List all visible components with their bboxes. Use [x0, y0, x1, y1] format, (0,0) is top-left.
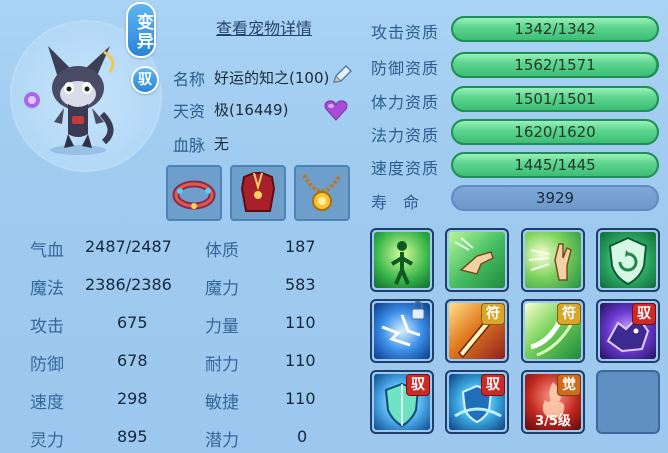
attr-value-mp: 2386/2386: [85, 275, 172, 294]
figure-buff-icon: [390, 241, 414, 285]
attr-value-speed: 298: [117, 389, 148, 408]
view-pet-details-link[interactable]: 查看宠物详情: [216, 15, 312, 39]
lifespan-bar: 3929: [451, 185, 659, 211]
attr-value-potential: 0: [297, 427, 308, 446]
attr-label-constitution: 体质: [205, 241, 239, 261]
equip-slot-3[interactable]: [294, 165, 350, 221]
palm-icon: [528, 243, 572, 281]
skill-slot-11[interactable]: 觉 3/5级: [521, 370, 585, 434]
attr-value-attack: 675: [117, 313, 148, 332]
attr-value-endurance: 110: [285, 351, 316, 370]
ride-tag: 驭: [406, 374, 430, 396]
aptitude-value: 极(16449): [214, 101, 289, 119]
bracelet-icon: [172, 180, 216, 210]
attr-value-spirit: 895: [117, 427, 148, 446]
equip-slot-1[interactable]: [166, 165, 222, 221]
awaken-tag: 觉: [557, 374, 581, 396]
attr-label-mp: 魔法: [30, 279, 64, 299]
attr-label-attack: 攻击: [30, 317, 64, 337]
attr-label-agility: 敏捷: [205, 393, 239, 413]
pencil-edit-icon[interactable]: [330, 63, 354, 87]
armor-icon: [240, 172, 276, 212]
apt-label-speed: 速度资质: [371, 159, 440, 178]
bloodline-value: 无: [214, 135, 230, 153]
apt-label-stamina: 体力资质: [371, 93, 440, 112]
attr-value-defense: 678: [117, 351, 148, 370]
attr-value-strength: 110: [285, 313, 316, 332]
pet-name-value: 好运的知之(100): [214, 69, 330, 87]
hand-strike-icon: [454, 237, 494, 275]
aptitude-label: 天资: [173, 102, 206, 121]
apt-value-attack: 1342/1342: [514, 20, 596, 38]
pet-avatar[interactable]: [18, 38, 133, 158]
skill-slot-7[interactable]: 符: [521, 299, 585, 363]
skill-slot-4[interactable]: [596, 228, 660, 292]
attr-label-speed: 速度: [30, 393, 64, 413]
skill-slot-1[interactable]: [370, 228, 434, 292]
apt-bar-magic: 1620/1620: [451, 119, 659, 145]
attr-label-endurance: 耐力: [205, 355, 239, 375]
lifespan-label: 寿 命: [371, 193, 420, 212]
skill-slot-8[interactable]: 驭: [596, 299, 660, 363]
apt-bar-defense: 1562/1571: [451, 52, 659, 78]
bloodline-label: 血脉: [173, 136, 206, 155]
talisman-tag: 符: [557, 303, 581, 325]
skill-slot-5[interactable]: [370, 299, 434, 363]
apt-value-magic: 1620/1620: [514, 123, 596, 141]
ride-tag: 驭: [481, 374, 505, 396]
equip-slot-2[interactable]: [230, 165, 286, 221]
apt-label-defense: 防御资质: [371, 59, 440, 78]
talisman-tag: 符: [481, 303, 505, 325]
skill-slot-10[interactable]: 驭: [445, 370, 509, 434]
skill-slot-3[interactable]: [521, 228, 585, 292]
attr-label-defense: 防御: [30, 355, 64, 375]
apt-bar-speed: 1445/1445: [451, 152, 659, 178]
skill-slot-2[interactable]: [445, 228, 509, 292]
skill-slot-6[interactable]: 符: [445, 299, 509, 363]
ride-tag: 驭: [632, 303, 656, 325]
apt-label-magic: 法力资质: [371, 126, 440, 145]
necklace-icon: [302, 173, 342, 211]
attr-value-magic: 583: [285, 275, 316, 294]
attr-label-magic: 魔力: [205, 279, 239, 299]
apt-label-attack: 攻击资质: [371, 23, 440, 42]
attr-label-hp: 气血: [30, 241, 64, 261]
skill-slot-9[interactable]: 驭: [370, 370, 434, 434]
skill-slot-empty[interactable]: [596, 370, 660, 434]
name-label: 名称: [173, 70, 206, 89]
apt-value-stamina: 1501/1501: [514, 90, 596, 108]
apt-bar-attack: 1342/1342: [451, 16, 659, 42]
lifespan-value: 3929: [535, 189, 575, 207]
shield-regen-icon: [608, 236, 648, 286]
apt-value-speed: 1445/1445: [514, 156, 596, 174]
purple-heart-icon[interactable]: [324, 99, 348, 121]
awaken-level: 3/5级: [535, 414, 571, 429]
ride-badge: 驭: [131, 66, 159, 94]
attr-label-spirit: 灵力: [30, 431, 64, 451]
lightning-locked-icon: [381, 301, 425, 347]
attr-label-strength: 力量: [205, 317, 239, 337]
apt-value-defense: 1562/1571: [514, 56, 596, 74]
variant-badge: 变异: [126, 2, 156, 58]
apt-bar-stamina: 1501/1501: [451, 86, 659, 112]
attr-value-constitution: 187: [285, 237, 316, 256]
attr-value-hp: 2487/2487: [85, 237, 172, 256]
attr-value-agility: 110: [285, 389, 316, 408]
attr-label-potential: 潜力: [205, 431, 239, 451]
